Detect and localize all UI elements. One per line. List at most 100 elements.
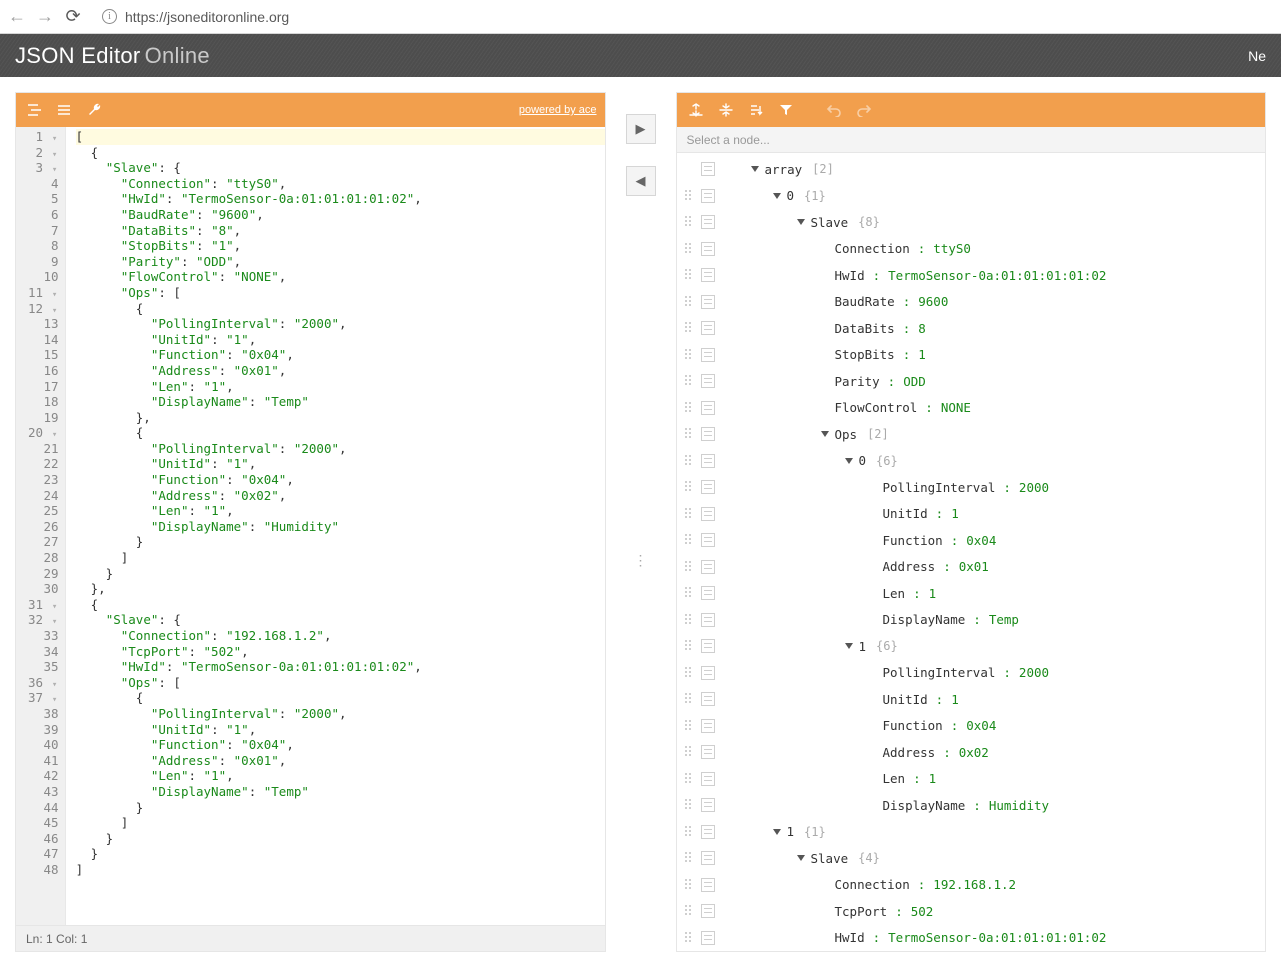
tree-key[interactable]: 0 (787, 188, 795, 203)
tree-value[interactable]: NONE (941, 400, 971, 415)
tree-row[interactable]: 0{6} (677, 448, 1266, 475)
undo-icon[interactable] (823, 99, 845, 121)
drag-handle-icon[interactable] (685, 746, 695, 758)
drag-handle-icon[interactable] (685, 693, 695, 705)
tree-row[interactable]: Connection:ttyS0 (677, 236, 1266, 263)
tree-value[interactable]: 8 (918, 321, 926, 336)
context-menu-icon[interactable] (701, 825, 715, 839)
copy-right-button[interactable]: ▶ (626, 114, 656, 144)
drag-handle-icon[interactable] (685, 269, 695, 281)
tree-row[interactable]: Len:1 (677, 580, 1266, 607)
drag-handle-icon[interactable] (685, 879, 695, 891)
tree-key[interactable]: PollingInterval (883, 665, 996, 680)
expand-caret-icon[interactable] (797, 855, 805, 861)
redo-icon[interactable] (853, 99, 875, 121)
tree-row[interactable]: PollingInterval:2000 (677, 474, 1266, 501)
collapse-all-icon[interactable] (715, 99, 737, 121)
tree-row[interactable]: Address:0x02 (677, 739, 1266, 766)
context-menu-icon[interactable] (701, 666, 715, 680)
tree-row[interactable]: UnitId:1 (677, 501, 1266, 528)
context-menu-icon[interactable] (701, 480, 715, 494)
tree-row[interactable]: StopBits:1 (677, 342, 1266, 369)
tree-row[interactable]: Ops[2] (677, 421, 1266, 448)
tree-key[interactable]: HwId (835, 930, 865, 945)
drag-handle-icon[interactable] (685, 534, 695, 546)
tree-key[interactable]: PollingInterval (883, 480, 996, 495)
expand-caret-icon[interactable] (797, 219, 805, 225)
expand-caret-icon[interactable] (773, 193, 781, 199)
repair-icon[interactable] (84, 99, 106, 121)
tree-row[interactable]: UnitId:1 (677, 686, 1266, 713)
context-menu-icon[interactable] (701, 268, 715, 282)
context-menu-icon[interactable] (701, 295, 715, 309)
tree-value[interactable]: 1 (929, 771, 937, 786)
expand-caret-icon[interactable] (845, 643, 853, 649)
drag-handle-icon[interactable] (685, 799, 695, 811)
drag-handle-icon[interactable] (685, 614, 695, 626)
tree-key[interactable]: Slave (811, 851, 849, 866)
expand-caret-icon[interactable] (773, 829, 781, 835)
node-path-input[interactable]: Select a node... (677, 127, 1266, 153)
sort-icon[interactable] (745, 99, 767, 121)
tree-key[interactable]: TcpPort (835, 904, 888, 919)
tree-row[interactable]: Address:0x01 (677, 554, 1266, 581)
tree-value[interactable]: 0x02 (959, 745, 989, 760)
tree-key[interactable]: 0 (859, 453, 867, 468)
tree-value[interactable]: ODD (903, 374, 926, 389)
compact-icon[interactable] (54, 99, 76, 121)
drag-handle-icon[interactable] (685, 402, 695, 414)
context-menu-icon[interactable] (701, 586, 715, 600)
tree-key[interactable]: DisplayName (883, 612, 966, 627)
context-menu-icon[interactable] (701, 242, 715, 256)
tree-key[interactable]: Slave (811, 215, 849, 230)
drag-handle-icon[interactable] (685, 773, 695, 785)
drag-handle-icon[interactable] (685, 243, 695, 255)
nav-back-icon[interactable]: ← (8, 6, 26, 27)
expand-caret-icon[interactable] (751, 166, 759, 172)
tree-key[interactable]: Len (883, 771, 906, 786)
drag-splitter-icon[interactable]: ⋮ (634, 558, 648, 563)
tree-key[interactable]: StopBits (835, 347, 895, 362)
tree-key[interactable]: Ops (835, 427, 858, 442)
drag-handle-icon[interactable] (685, 322, 695, 334)
tree-key[interactable]: FlowControl (835, 400, 918, 415)
expand-all-icon[interactable] (685, 99, 707, 121)
tree-value[interactable]: TermoSensor-0a:01:01:01:01:02 (888, 930, 1106, 945)
context-menu-icon[interactable] (701, 560, 715, 574)
context-menu-icon[interactable] (701, 745, 715, 759)
context-menu-icon[interactable] (701, 454, 715, 468)
drag-handle-icon[interactable] (685, 508, 695, 520)
context-menu-icon[interactable] (701, 772, 715, 786)
tree-key[interactable]: Connection (835, 241, 910, 256)
tree-key[interactable]: Parity (835, 374, 880, 389)
context-menu-icon[interactable] (701, 215, 715, 229)
tree-value[interactable]: TermoSensor-0a:01:01:01:01:02 (888, 268, 1106, 283)
menu-item[interactable]: Ne (1248, 48, 1266, 64)
tree-key[interactable]: DisplayName (883, 798, 966, 813)
tree-row[interactable]: 1{6} (677, 633, 1266, 660)
tree-key[interactable]: Len (883, 586, 906, 601)
tree-row[interactable]: Slave{4} (677, 845, 1266, 872)
tree-value[interactable]: 0x01 (959, 559, 989, 574)
expand-caret-icon[interactable] (845, 458, 853, 464)
tree-value[interactable]: 192.168.1.2 (933, 877, 1016, 892)
context-menu-icon[interactable] (701, 904, 715, 918)
tree-key[interactable]: UnitId (883, 506, 928, 521)
tree-value[interactable]: 1 (918, 347, 926, 362)
drag-handle-icon[interactable] (685, 190, 695, 202)
code-editor[interactable]: 1 ▾2 ▾3 ▾4567891011 ▾12 ▾131415161718192… (16, 127, 605, 925)
context-menu-icon[interactable] (701, 321, 715, 335)
filter-icon[interactable] (775, 99, 797, 121)
context-menu-icon[interactable] (701, 719, 715, 733)
tree-row[interactable]: Function:0x04 (677, 527, 1266, 554)
tree-row[interactable]: DataBits:8 (677, 315, 1266, 342)
tree-key[interactable]: 1 (859, 639, 867, 654)
context-menu-icon[interactable] (701, 692, 715, 706)
tree-value[interactable]: Temp (989, 612, 1019, 627)
tree-row[interactable]: PollingInterval:2000 (677, 660, 1266, 687)
tree-key[interactable]: Address (883, 559, 936, 574)
tree-row[interactable]: FlowControl:NONE (677, 395, 1266, 422)
tree-row[interactable]: 1{1} (677, 819, 1266, 846)
context-menu-icon[interactable] (701, 931, 715, 945)
drag-handle-icon[interactable] (685, 826, 695, 838)
